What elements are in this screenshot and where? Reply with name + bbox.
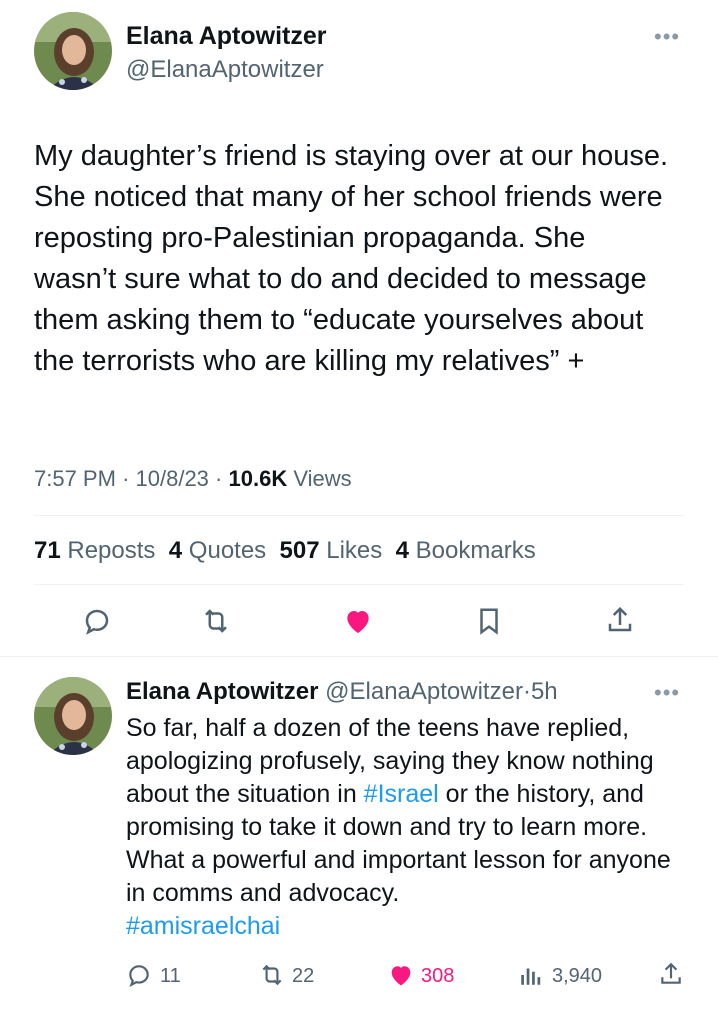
hashtag-israel[interactable]: #Israel xyxy=(364,780,439,808)
repost-icon[interactable] xyxy=(200,606,232,636)
reply-icon[interactable] xyxy=(82,606,112,636)
reply-views-icon[interactable] xyxy=(518,962,544,988)
like-icon-filled[interactable] xyxy=(341,605,375,637)
share-icon[interactable] xyxy=(605,604,635,636)
more-dots-icon[interactable]: ••• xyxy=(654,24,680,50)
engagement-stats: 71 Reposts 4 Quotes 507 Likes 4 Bookmark… xyxy=(34,537,536,565)
reply-author-avatar[interactable] xyxy=(34,677,112,755)
tweet-date[interactable]: 10/8/23 xyxy=(136,466,209,491)
author-avatar[interactable] xyxy=(34,12,112,90)
reply-text: So far, half a dozen of the teens have r… xyxy=(126,714,671,940)
reply-reply-icon[interactable] xyxy=(126,962,152,988)
divider xyxy=(34,584,684,585)
reply-like-icon-filled[interactable] xyxy=(386,961,416,989)
reply-views-count: 3,940 xyxy=(552,965,603,987)
reply-likes-count: 308 xyxy=(421,965,455,987)
bookmarks-stat[interactable]: 4 Bookmarks xyxy=(396,537,536,564)
reply-repost-icon[interactable] xyxy=(258,962,286,988)
reply-replies-count: 11 xyxy=(160,965,181,987)
author-name[interactable]: Elana Aptowitzer xyxy=(126,22,327,51)
quotes-stat[interactable]: 4 Quotes xyxy=(169,537,266,564)
meta-separator: · xyxy=(215,466,223,491)
reply-more-dots-icon[interactable]: ••• xyxy=(654,680,680,706)
views-count: 10.6K xyxy=(228,466,288,491)
reply-age[interactable]: 5h xyxy=(531,678,558,705)
reply-author-handle[interactable]: @ElanaAptowitzer xyxy=(325,678,523,705)
reply-author-name[interactable]: Elana Aptowitzer xyxy=(126,678,318,705)
bookmark-icon[interactable] xyxy=(474,606,504,636)
views-label: Views xyxy=(293,466,352,491)
reposts-stat[interactable]: 71 Reposts xyxy=(34,537,155,564)
author-handle[interactable]: @ElanaAptowitzer xyxy=(126,56,324,84)
reply-header: Elana Aptowitzer @ElanaAptowitzer·5h xyxy=(126,678,558,706)
tweet-time[interactable]: 7:57 PM xyxy=(34,466,116,491)
tweet-text: My daughter’s friend is staying over at … xyxy=(34,140,669,377)
reply-separator: · xyxy=(522,678,531,705)
reply-share-icon[interactable] xyxy=(658,960,684,988)
hashtag-amisraelchai[interactable]: #amisraelchai xyxy=(126,912,280,940)
divider xyxy=(0,656,718,657)
divider xyxy=(34,515,684,516)
tweet-meta: 7:57 PM · 10/8/23 · 10.6K Views xyxy=(34,466,352,492)
meta-separator: · xyxy=(122,466,130,491)
reply-reposts-count: 22 xyxy=(292,965,315,987)
likes-stat[interactable]: 507 Likes xyxy=(280,537,383,564)
